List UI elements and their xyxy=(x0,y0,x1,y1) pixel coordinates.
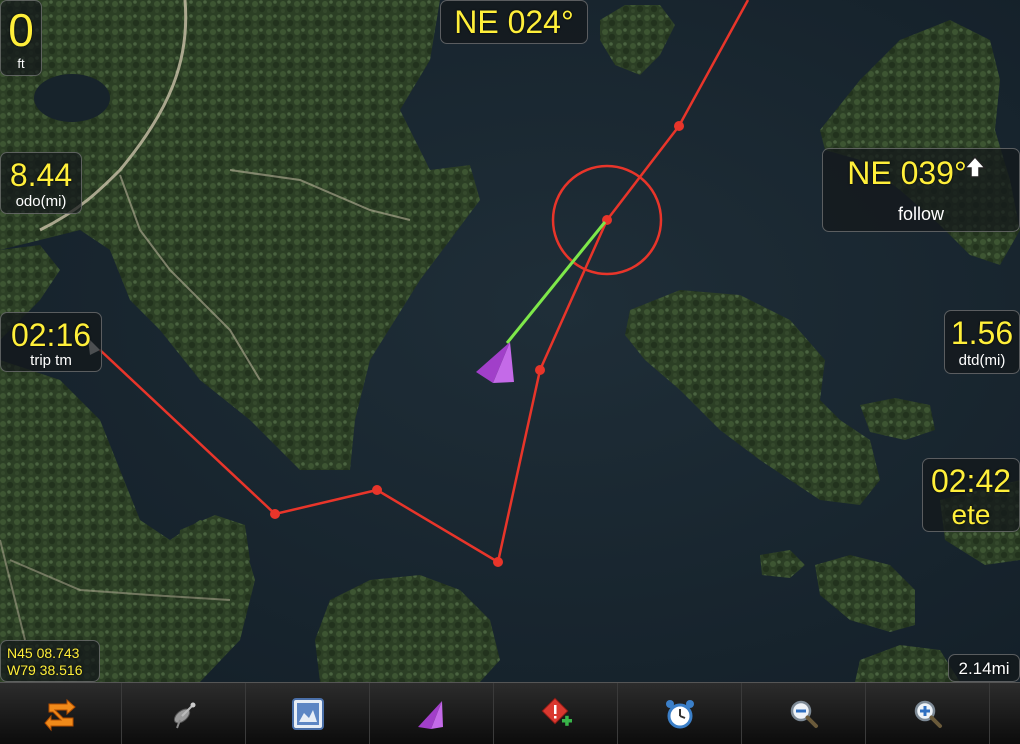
dtd-panel[interactable]: 1.56 dtd(mi) xyxy=(944,310,1020,374)
satellite-icon xyxy=(168,698,200,730)
heading-panel[interactable]: NE 024° xyxy=(440,0,588,44)
map-chart-button[interactable] xyxy=(246,683,370,744)
odometer-panel[interactable]: 8.44 odo(mi) xyxy=(0,152,82,214)
depth-panel[interactable]: 0 ft xyxy=(0,0,42,76)
latitude-value: N45 08.743 xyxy=(7,645,80,661)
heading-value: NE 024° xyxy=(454,4,574,40)
bearing-value: NE 039° xyxy=(847,155,967,191)
bearing-label: follow xyxy=(897,204,945,224)
app: 0 ft NE 024° 8.44 odo(mi) 02:16 trip tm … xyxy=(0,0,1020,744)
satellite-map[interactable] xyxy=(0,0,1020,682)
ete-panel[interactable]: 02:42 ete xyxy=(922,458,1020,532)
satellite-button[interactable] xyxy=(122,683,246,744)
zoom-out-button[interactable] xyxy=(742,683,866,744)
up-arrow-icon[interactable] xyxy=(963,155,987,179)
map-chart-icon xyxy=(290,696,326,732)
route-waypoint[interactable] xyxy=(270,509,280,519)
odometer-value: 8.44 xyxy=(9,157,73,193)
longitude-value: W79 38.516 xyxy=(7,662,83,678)
route-waypoint[interactable] xyxy=(674,121,684,131)
pond-northwest xyxy=(34,74,110,122)
route-waypoint[interactable] xyxy=(535,365,545,375)
ete-label: ete xyxy=(951,499,991,530)
boat-arrow-icon xyxy=(415,697,449,731)
zoom-out-icon xyxy=(788,698,820,730)
odometer-label: odo(mi) xyxy=(15,193,67,210)
depth-unit: ft xyxy=(17,56,25,71)
dtd-label: dtd(mi) xyxy=(958,352,1006,369)
scale-value: 2.14mi xyxy=(958,659,1010,678)
boat-mode-button[interactable] xyxy=(370,683,494,744)
trip-time-panel[interactable]: 02:16 trip tm xyxy=(0,312,102,372)
bottom-toolbar xyxy=(0,682,1020,744)
add-waypoint-icon xyxy=(538,696,574,732)
scale-panel: 2.14mi xyxy=(948,654,1020,682)
dtd-value: 1.56 xyxy=(950,315,1014,351)
position-panel: N45 08.743 W79 38.516 xyxy=(0,640,100,682)
route-swap-icon xyxy=(43,696,79,732)
trip-time-value: 02:16 xyxy=(10,317,92,353)
zoom-in-icon xyxy=(912,698,944,730)
alarm-clock-icon xyxy=(663,697,697,731)
trip-time-label: trip tm xyxy=(30,352,72,369)
route-swap-button[interactable] xyxy=(0,683,122,744)
add-waypoint-button[interactable] xyxy=(494,683,618,744)
zoom-in-button[interactable] xyxy=(866,683,990,744)
bearing-panel[interactable]: NE 039° follow xyxy=(822,148,1020,232)
depth-value: 0 xyxy=(8,4,34,56)
route-waypoint[interactable] xyxy=(372,485,382,495)
ete-value: 02:42 xyxy=(930,463,1012,499)
route-waypoint[interactable] xyxy=(493,557,503,567)
alarm-button[interactable] xyxy=(618,683,742,744)
